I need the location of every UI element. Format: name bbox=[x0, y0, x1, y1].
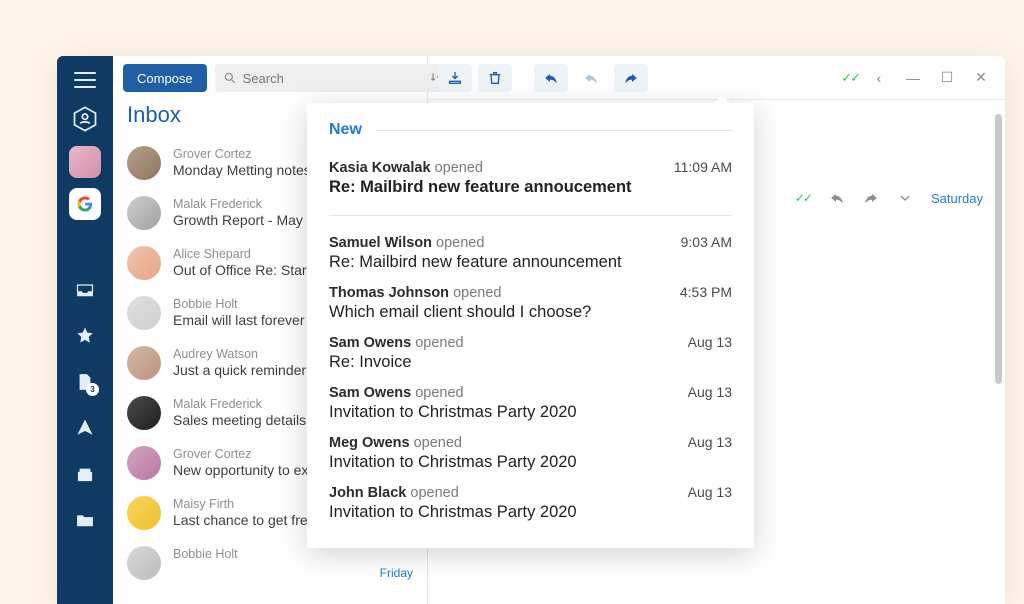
file-icon[interactable]: 3 bbox=[74, 371, 96, 393]
contacts-hex-icon[interactable] bbox=[70, 104, 100, 134]
notification-item[interactable]: Kasia Kowalak opened11:09 AM Re: Mailbir… bbox=[329, 153, 732, 203]
archive-button[interactable] bbox=[438, 64, 472, 92]
list-topbar: Compose bbox=[113, 56, 427, 100]
minimize-button[interactable]: — bbox=[899, 64, 927, 92]
forward-button[interactable] bbox=[614, 64, 648, 92]
search-input[interactable] bbox=[243, 71, 419, 86]
notification-item[interactable]: Sam Owens openedAug 13 Re: Invoice bbox=[329, 328, 732, 378]
mail-date: Friday bbox=[380, 566, 413, 580]
folder-icon[interactable] bbox=[74, 509, 96, 531]
more-chevron-icon[interactable] bbox=[897, 190, 913, 206]
read-check-icon: ✓✓ bbox=[795, 191, 811, 205]
notification-item[interactable]: John Black openedAug 13 Invitation to Ch… bbox=[329, 478, 732, 528]
menu-icon[interactable] bbox=[74, 72, 96, 88]
reply-all-button[interactable] bbox=[574, 64, 608, 92]
reply-icon[interactable] bbox=[829, 190, 845, 206]
google-account-icon[interactable] bbox=[69, 188, 101, 220]
side-rail: 3 bbox=[57, 56, 113, 604]
star-icon[interactable] bbox=[74, 325, 96, 347]
inbox-tray-icon[interactable] bbox=[74, 279, 96, 301]
tracking-check-icon[interactable]: ✓✓ bbox=[841, 70, 859, 86]
search-icon bbox=[223, 71, 237, 85]
notification-item[interactable]: Thomas Johnson opened4:53 PM Which email… bbox=[329, 278, 732, 328]
popup-new-header: New bbox=[329, 121, 732, 139]
action-bar: ✓✓ ‹ — ☐ ✕ bbox=[428, 56, 1005, 100]
compose-button[interactable]: Compose bbox=[123, 64, 207, 92]
close-button[interactable]: ✕ bbox=[967, 64, 995, 92]
message-date: Saturday bbox=[931, 191, 983, 206]
reply-button[interactable] bbox=[534, 64, 568, 92]
account-avatar[interactable] bbox=[69, 146, 101, 178]
maximize-button[interactable]: ☐ bbox=[933, 64, 961, 92]
scrollbar[interactable] bbox=[995, 114, 1002, 384]
back-button[interactable]: ‹ bbox=[865, 64, 893, 92]
send-icon[interactable] bbox=[74, 417, 96, 439]
notification-item[interactable]: Meg Owens openedAug 13 Invitation to Chr… bbox=[329, 428, 732, 478]
archive-icon[interactable] bbox=[74, 463, 96, 485]
delete-button[interactable] bbox=[478, 64, 512, 92]
search-input-wrap[interactable] bbox=[215, 64, 451, 92]
notification-item[interactable]: Sam Owens openedAug 13 Invitation to Chr… bbox=[329, 378, 732, 428]
notification-item[interactable]: Samuel Wilson opened9:03 AM Re: Mailbird… bbox=[329, 228, 732, 278]
tracking-popup: New Kasia Kowalak opened11:09 AM Re: Mai… bbox=[307, 103, 754, 548]
forward-icon[interactable] bbox=[863, 190, 879, 206]
file-badge: 3 bbox=[86, 383, 99, 396]
